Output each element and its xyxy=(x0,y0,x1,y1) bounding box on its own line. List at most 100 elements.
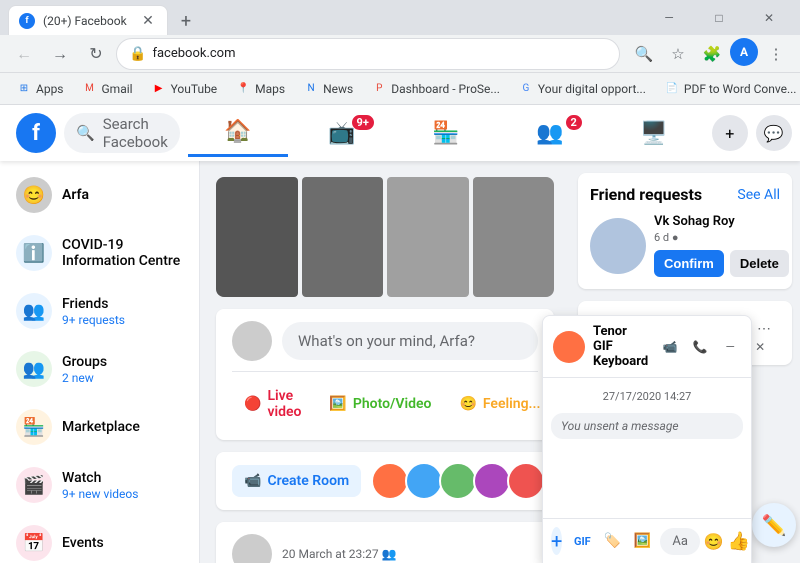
facebook-feed: What's on your mind, Arfa? 🔴 Live video … xyxy=(200,161,570,563)
story-item-4[interactable] xyxy=(473,177,555,297)
fr-name: Vk Sohag Roy xyxy=(654,214,789,229)
nav-watch[interactable]: 📺 9+ xyxy=(292,109,392,157)
sidebar-user[interactable]: 😊 Arfa xyxy=(4,169,195,221)
feeling-button[interactable]: 😊 Feeling... xyxy=(447,380,552,428)
photo-video-button[interactable]: 🖼️ Photo/Video xyxy=(317,380,443,428)
browser-profile-avatar[interactable]: A xyxy=(730,38,758,66)
bookmark-news[interactable]: N News xyxy=(295,77,361,101)
sidebar-marketplace-label: Marketplace xyxy=(62,419,183,435)
bookmark-digital[interactable]: G Your digital opport... xyxy=(510,77,654,101)
forward-button[interactable]: → xyxy=(44,38,76,70)
url-text: facebook.com xyxy=(152,46,235,61)
minimize-button[interactable]: — xyxy=(646,0,692,35)
fr-avatar xyxy=(590,218,646,274)
chat-minimize-button[interactable]: — xyxy=(716,333,744,361)
groups-icon: 👥 xyxy=(536,121,563,146)
new-tab-button[interactable]: + xyxy=(172,7,200,35)
close-button[interactable]: ✕ xyxy=(746,0,792,35)
bookmarks-bar: ⊞ Apps M Gmail ▶ YouTube 📍 Maps N News P… xyxy=(0,73,800,105)
tab-favicon: f xyxy=(19,13,35,29)
url-bar[interactable]: 🔒 facebook.com xyxy=(116,38,620,70)
chat-body: 27/17/2020 14:27 You unsent a message xyxy=(543,378,751,518)
apps-icon: ⊞ xyxy=(16,81,32,97)
bookmark-maps[interactable]: 📍 Maps xyxy=(227,77,293,101)
messenger-fab[interactable]: ✏️ xyxy=(752,503,796,547)
facebook-logo[interactable]: f xyxy=(16,113,56,153)
chat-image-button[interactable]: 🖼️ xyxy=(628,527,656,555)
story-item-3[interactable] xyxy=(387,177,469,297)
room-avatar-4 xyxy=(473,462,511,500)
back-button[interactable]: ← xyxy=(8,38,40,70)
fr-actions: Confirm Delete xyxy=(654,250,789,277)
messenger-button[interactable]: 💬 xyxy=(756,115,792,151)
bookmark-gmail-label: Gmail xyxy=(102,82,133,96)
extensions-icon-btn[interactable]: 🧩 xyxy=(696,38,728,70)
marketplace-sidebar-icon: 🏪 xyxy=(16,409,52,445)
facebook-page: 😊 Arfa ℹ️ COVID-19 Information Centre 👥 … xyxy=(0,161,800,563)
fr-time: 6 d ● xyxy=(654,231,789,244)
chat-unsent-message: You unsent a message xyxy=(551,413,743,439)
see-all-button[interactable]: See All xyxy=(737,187,780,203)
chat-sticker-button[interactable]: 🏷️ xyxy=(598,527,626,555)
bookmark-youtube[interactable]: ▶ YouTube xyxy=(143,77,226,101)
news-icon: N xyxy=(303,81,319,97)
covid-icon: ℹ️ xyxy=(16,235,52,271)
menu-icon-btn[interactable]: ⋮ xyxy=(760,38,792,70)
refresh-button[interactable]: ↻ xyxy=(80,38,112,70)
confirm-button[interactable]: Confirm xyxy=(654,250,724,277)
chat-add-button[interactable]: + xyxy=(551,527,562,555)
nav-home[interactable]: 🏠 xyxy=(188,109,288,157)
search-icon-btn[interactable]: 🔍 xyxy=(628,38,660,70)
sidebar-events-label: Events xyxy=(62,535,183,551)
facebook-header: f 🔍 Search Facebook 🏠 📺 9+ 🏪 👥 2 xyxy=(0,105,800,161)
story-item-2[interactable] xyxy=(302,177,384,297)
star-icon-btn[interactable]: ☆ xyxy=(662,38,694,70)
chat-emoji-button[interactable]: 😊 xyxy=(704,532,724,551)
feeling-icon: 😊 xyxy=(459,396,476,412)
maximize-button[interactable]: □ xyxy=(696,0,742,35)
create-menu-button[interactable]: + xyxy=(712,115,748,151)
sidebar-item-groups[interactable]: 👥 Groups 2 new xyxy=(4,341,195,397)
create-room-button[interactable]: 📹 Create Room xyxy=(232,465,361,497)
composer-input[interactable]: What's on your mind, Arfa? xyxy=(282,322,538,360)
composer-avatar xyxy=(232,321,272,361)
chat-like-button[interactable]: 👍 xyxy=(728,531,750,552)
story-item-1[interactable] xyxy=(216,177,298,297)
sidebar-watch-sub: 9+ new videos xyxy=(62,487,183,501)
groups-badge: 2 xyxy=(566,115,582,130)
sidebar-item-friends[interactable]: 👥 Friends 9+ requests xyxy=(4,283,195,339)
sidebar-item-events[interactable]: 📅 Events xyxy=(4,515,195,563)
chat-video-button[interactable]: 📹 xyxy=(656,333,684,361)
sidebar-item-watch[interactable]: 🎬 Watch 9+ new videos xyxy=(4,457,195,513)
friend-request-item: Vk Sohag Roy 6 d ● Confirm Delete xyxy=(590,214,780,277)
chat-gif-button[interactable]: GIF xyxy=(568,527,596,555)
sidebar-item-covid[interactable]: ℹ️ COVID-19 Information Centre xyxy=(4,225,195,281)
chat-input[interactable]: Aa xyxy=(660,528,700,555)
marketplace-icon: 🏪 xyxy=(432,121,459,146)
bookmark-pdf[interactable]: 📄 PDF to Word Conve... xyxy=(656,77,800,101)
bookmark-gmail[interactable]: M Gmail xyxy=(74,77,141,101)
sidebar-item-marketplace[interactable]: 🏪 Marketplace xyxy=(4,399,195,455)
delete-button[interactable]: Delete xyxy=(730,250,789,277)
home-icon: 🏠 xyxy=(224,119,251,144)
bookmark-dashboard[interactable]: P Dashboard - ProSe... xyxy=(363,77,508,101)
search-bar[interactable]: 🔍 Search Facebook xyxy=(64,113,180,153)
nav-marketplace[interactable]: 🏪 xyxy=(396,109,496,157)
nav-gaming[interactable]: 🖥️ xyxy=(604,109,704,157)
tab-close-button[interactable]: ✕ xyxy=(139,12,157,30)
chat-close-button[interactable]: ✕ xyxy=(746,333,774,361)
events-sidebar-icon: 📅 xyxy=(16,525,52,561)
gmail-icon: M xyxy=(82,81,98,97)
composer-row: What's on your mind, Arfa? xyxy=(232,321,538,361)
sidebar-friends-label: Friends xyxy=(62,296,183,312)
room-avatar-3 xyxy=(439,462,477,500)
toolbar-icons: 🔍 ☆ 🧩 A ⋮ xyxy=(628,38,792,70)
bookmark-apps[interactable]: ⊞ Apps xyxy=(8,77,72,101)
active-tab[interactable]: f (20+) Facebook ✕ xyxy=(8,5,168,35)
fr-info: Vk Sohag Roy 6 d ● Confirm Delete xyxy=(654,214,789,277)
live-video-button[interactable]: 🔴 Live video xyxy=(232,380,313,428)
tab-area: f (20+) Facebook ✕ + xyxy=(8,0,200,35)
chat-phone-button[interactable]: 📞 xyxy=(686,333,714,361)
nav-groups[interactable]: 👥 2 xyxy=(500,109,600,157)
address-bar: ← → ↻ 🔒 facebook.com 🔍 ☆ 🧩 A ⋮ xyxy=(0,35,800,73)
